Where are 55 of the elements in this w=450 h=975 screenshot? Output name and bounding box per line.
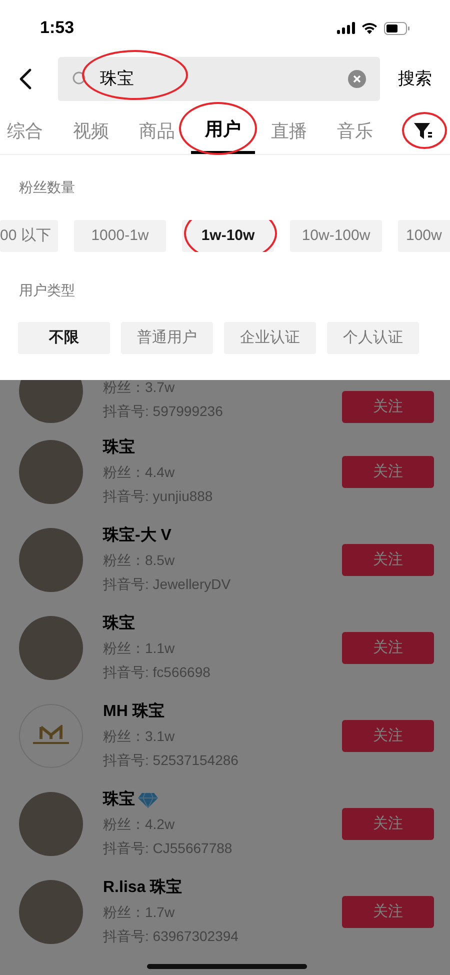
follow-button[interactable]: 关注 — [342, 544, 434, 576]
filter-icon[interactable] — [413, 121, 433, 141]
follow-button[interactable]: 关注 — [342, 896, 434, 928]
account-id: 抖音号: CJ55667788 — [103, 839, 234, 858]
fans-count: 粉丝：3.1w — [103, 727, 176, 746]
wifi-icon — [361, 22, 378, 34]
follow-button[interactable]: 关注 — [342, 808, 434, 840]
account-id: 抖音号: yunjiu888 — [103, 487, 214, 506]
status-time: 1:53 — [40, 17, 74, 40]
category-tab[interactable]: 视频 — [73, 108, 109, 154]
filter-chip[interactable]: 个人认证 — [327, 322, 419, 354]
follow-button[interactable]: 关注 — [342, 456, 434, 488]
search-icon — [72, 71, 88, 87]
filter-chip[interactable]: 普通用户 — [121, 322, 213, 354]
diamond-icon — [138, 792, 158, 808]
user-name: 珠宝 — [103, 613, 135, 634]
user-name: R.lisa 珠宝 — [103, 877, 182, 898]
filter-section-title: 粉丝数量 — [19, 178, 75, 197]
fans-count: 粉丝：3.7w — [103, 378, 176, 397]
follow-button[interactable]: 关注 — [342, 391, 434, 423]
filter-chip[interactable]: 00 以下 — [0, 220, 58, 252]
filter-chip[interactable]: 100w — [398, 220, 450, 252]
category-tab[interactable]: 直播 — [271, 108, 307, 154]
back-icon[interactable] — [18, 68, 32, 90]
filter-section-title: 用户类型 — [19, 281, 75, 300]
fans-count: 粉丝：1.7w — [103, 903, 176, 922]
category-tab[interactable]: 综合 — [7, 108, 43, 154]
filter-chip[interactable]: 不限 — [18, 322, 110, 354]
user-name: MH 珠宝 — [103, 701, 164, 722]
fans-count: 粉丝：4.2w — [103, 815, 176, 834]
user-name: 珠宝 — [103, 789, 135, 810]
search-field[interactable]: 珠宝 — [58, 57, 380, 101]
fans-count: 粉丝：1.1w — [103, 639, 176, 658]
signal-icon — [337, 22, 355, 34]
follow-button[interactable]: 关注 — [342, 632, 434, 664]
account-id: 抖音号: 52537154286 — [103, 751, 240, 770]
account-id: 抖音号: JewelleryDV — [103, 575, 232, 594]
fans-count: 粉丝：4.4w — [103, 463, 176, 482]
user-name: 珠宝-大 V — [103, 525, 172, 546]
fans-count: 粉丝：8.5w — [103, 551, 176, 570]
search-button[interactable]: 搜索 — [398, 66, 432, 92]
filter-chip[interactable]: 10w-100w — [290, 220, 382, 252]
filter-chip[interactable]: 1w-10w — [182, 220, 274, 252]
follow-button[interactable]: 关注 — [342, 720, 434, 752]
category-tab[interactable]: 商品 — [139, 108, 175, 154]
account-id: 抖音号: 597999236 — [103, 402, 224, 421]
filter-chip[interactable]: 1000-1w — [74, 220, 166, 252]
filter-chip[interactable]: 企业认证 — [224, 322, 316, 354]
clear-icon[interactable] — [348, 70, 366, 88]
user-name: 珠宝 — [103, 437, 135, 458]
battery-icon — [384, 22, 410, 34]
account-id: 抖音号: 63967302394 — [103, 927, 240, 946]
search-query: 珠宝 — [100, 68, 134, 90]
account-id: 抖音号: fc566698 — [103, 663, 212, 682]
category-tab[interactable]: 音乐 — [337, 108, 373, 154]
